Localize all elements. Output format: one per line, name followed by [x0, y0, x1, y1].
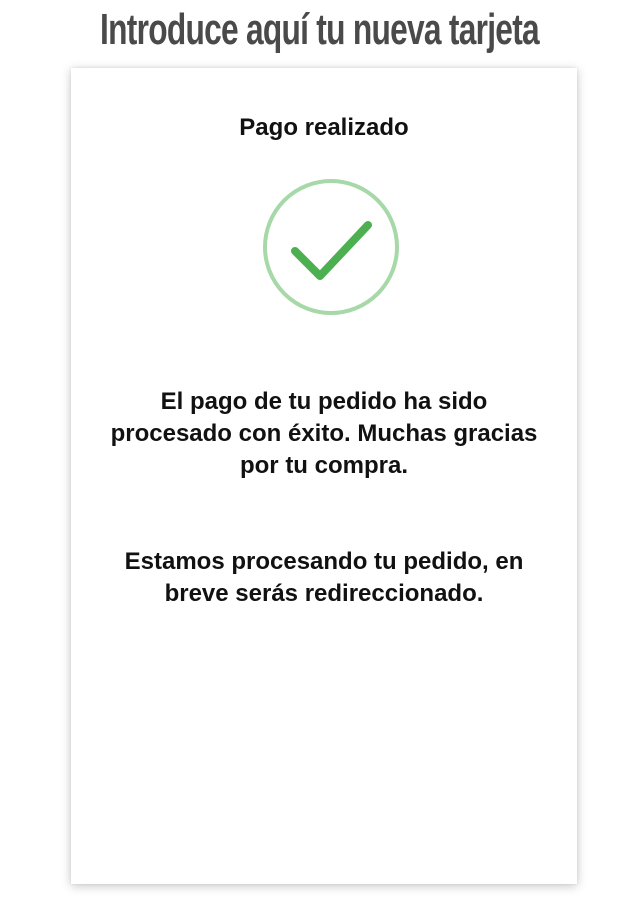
- success-message: El pago de tu pedido ha sido procesado c…: [110, 388, 538, 479]
- payment-success-page: Introduce aquí tu nueva tarjeta Pago rea…: [0, 0, 639, 902]
- card-heading: Pago realizado: [239, 114, 409, 141]
- check-circle-icon: [263, 179, 399, 315]
- payment-status-card: Pago realizado El pago de tu pedido ha s…: [71, 68, 577, 884]
- page-title: Introduce aquí tu nueva tarjeta: [100, 5, 540, 54]
- redirect-message: Estamos procesando tu pedido, en breve s…: [124, 548, 524, 607]
